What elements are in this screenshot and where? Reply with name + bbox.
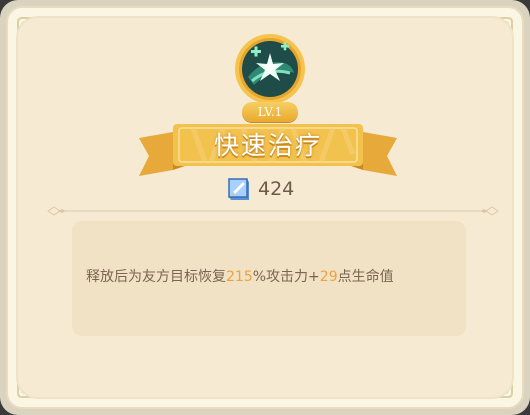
skill-description: 释放后为友方目标恢复215%攻击力+29点生命值 (86, 265, 456, 289)
desc-flat: 29 (319, 269, 338, 285)
skill-description-box: 释放后为友方目标恢复215%攻击力+29点生命值 (72, 221, 466, 336)
desc-prefix: 释放后为友方目标恢复 (86, 269, 226, 285)
heal-burst-icon (234, 33, 306, 105)
skill-dialog-frame: LV.1 快速治疗 424 释放后为友方目标恢复215%攻击力+29点生命值 (0, 0, 530, 415)
cost-value: 424 (258, 178, 295, 200)
desc-mid: %攻击力+ (252, 269, 320, 285)
skill-title: 快速治疗 (213, 131, 322, 160)
desc-suffix: 点生命值 (337, 269, 394, 285)
divider (46, 203, 500, 217)
desc-percent: 215 (226, 269, 253, 285)
scroll-book-icon (226, 176, 252, 202)
